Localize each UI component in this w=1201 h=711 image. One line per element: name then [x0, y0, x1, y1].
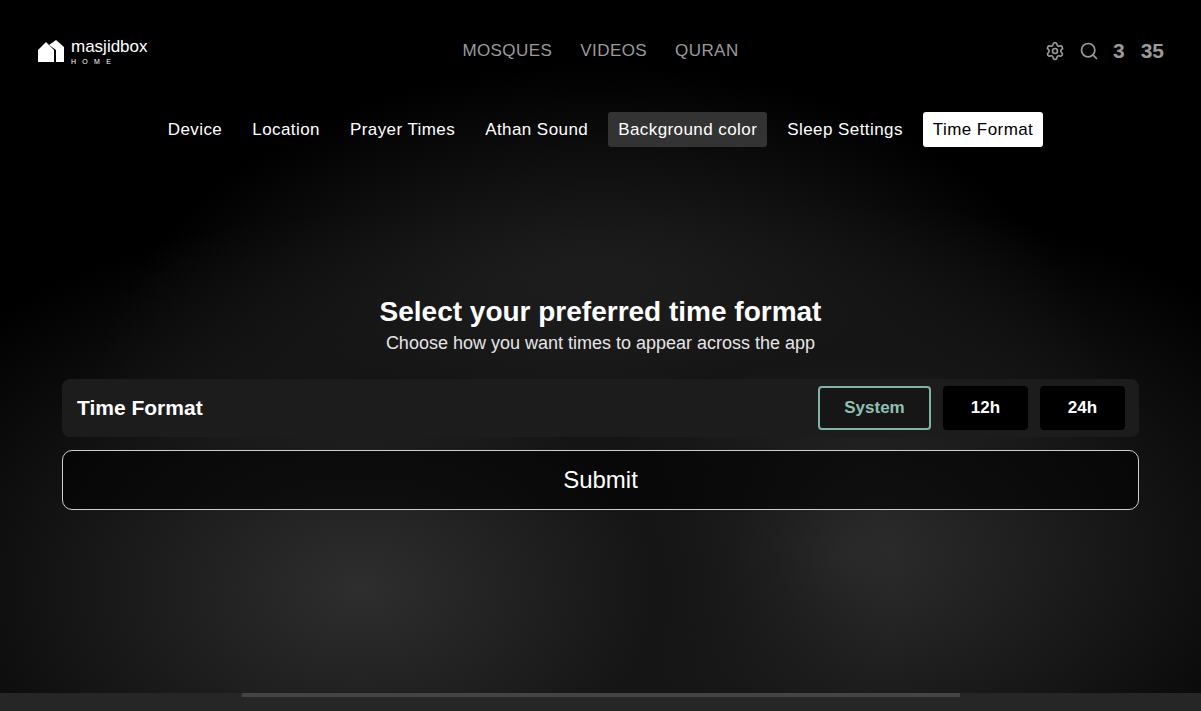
nav-item[interactable]: MOSQUES — [462, 38, 552, 64]
settings-tab[interactable]: Device — [158, 112, 233, 147]
format-option[interactable]: System — [818, 386, 931, 430]
settings-tabs: Device Location Prayer Times Athan Sound Bac… — [0, 112, 1201, 147]
submit-button[interactable]: Submit — [62, 450, 1139, 510]
panel-title: Select your preferred time format — [380, 295, 822, 329]
header: masjidbox HOME MOSQUES VIDEOS QURAN 3 35 — [0, 0, 1201, 102]
panel-subtitle: Choose how you want times to appear acro… — [386, 331, 815, 355]
setting-label: Time Format — [77, 392, 203, 424]
logo-sub: HOME — [71, 58, 148, 65]
house-logo-icon — [37, 39, 65, 63]
settings-tab[interactable]: Background color — [608, 112, 767, 147]
main-nav: MOSQUES VIDEOS QURAN — [413, 38, 789, 64]
logo-name: masjidbox — [71, 38, 148, 55]
nav-item[interactable]: QURAN — [675, 38, 739, 64]
gear-icon[interactable] — [1045, 41, 1065, 61]
settings-tab[interactable]: Athan Sound — [475, 112, 598, 147]
format-option[interactable]: 24h — [1040, 386, 1125, 430]
settings-tab[interactable]: Location — [242, 112, 330, 147]
settings-tab[interactable]: Prayer Times — [340, 112, 465, 147]
settings-tab[interactable]: Time Format — [923, 112, 1043, 147]
scrollbar — [0, 693, 1201, 711]
nav-item[interactable]: VIDEOS — [580, 38, 647, 64]
clock-hours: 3 — [1113, 35, 1125, 67]
format-option[interactable]: 12h — [943, 386, 1028, 430]
search-icon[interactable] — [1079, 41, 1099, 61]
settings-tab[interactable]: Sleep Settings — [777, 112, 913, 147]
scrollbar-thumb[interactable] — [242, 693, 960, 697]
format-options: System 12h 24h — [818, 386, 1125, 430]
time-format-panel: Select your preferred time formatChoose … — [0, 295, 1201, 510]
app-screen: masjidbox HOME MOSQUES VIDEOS QURAN 3 35 Device… — [0, 0, 1201, 711]
header-right: 3 35 — [788, 35, 1164, 67]
clock: 3 35 — [1113, 35, 1164, 67]
setting-row: Time Format System 12h 24h — [62, 379, 1139, 437]
logo[interactable]: masjidbox HOME — [37, 38, 413, 65]
clock-minutes: 35 — [1141, 35, 1164, 67]
